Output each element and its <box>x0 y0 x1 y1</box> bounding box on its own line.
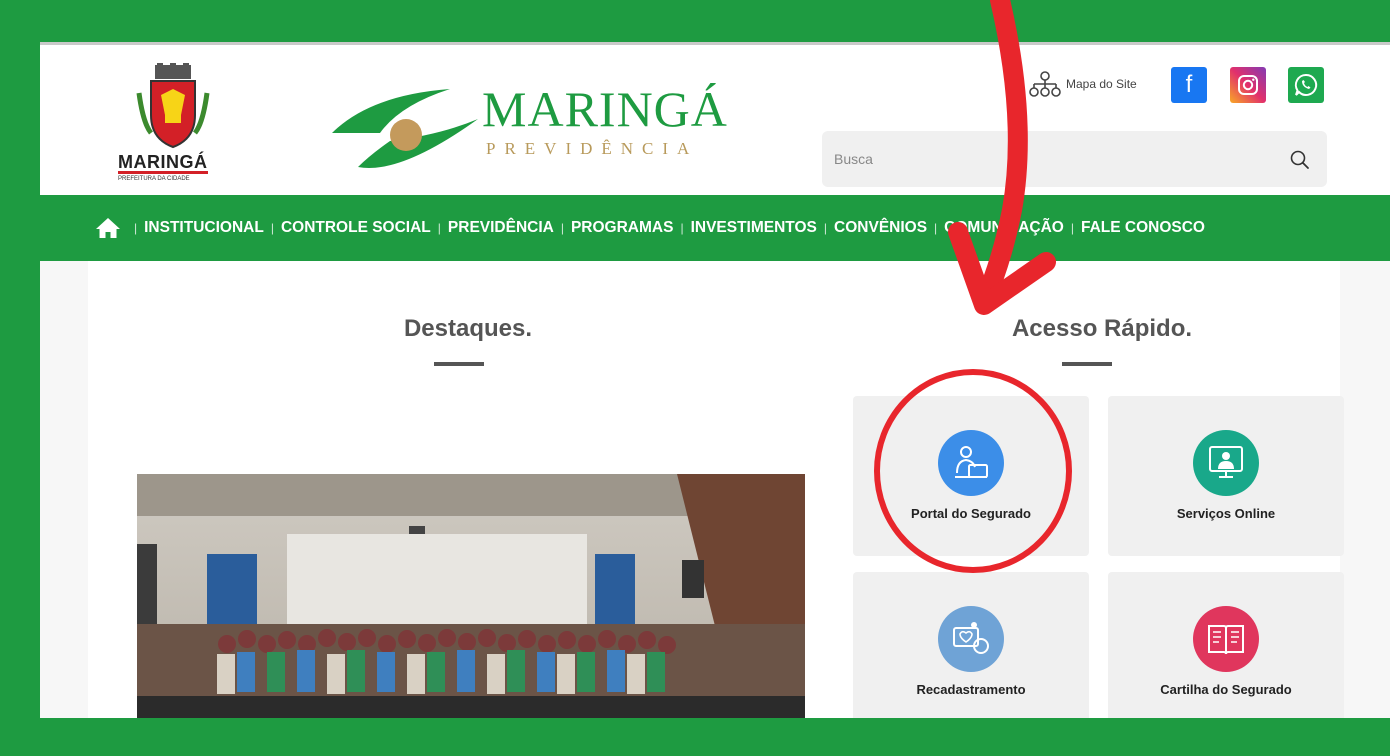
main-nav: | INSTITUCIONAL | CONTROLE SOCIAL | PREV… <box>40 195 1390 261</box>
nav-separator: | <box>680 221 684 235</box>
nav-item-comunicacao[interactable]: COMUNICAÇÃO <box>944 219 1064 237</box>
home-icon[interactable] <box>95 216 121 240</box>
search-input[interactable] <box>834 147 1254 171</box>
booklet-icon <box>1193 606 1259 672</box>
nav-separator: | <box>823 221 828 235</box>
whatsapp-icon <box>1294 73 1318 96</box>
site-map-link[interactable]: Mapa do Site <box>1028 71 1137 97</box>
instagram-icon <box>1238 75 1258 95</box>
card-label: Recadastramento <box>916 682 1026 697</box>
group-photo-image <box>137 474 805 718</box>
instagram-link[interactable] <box>1230 67 1266 103</box>
nav-separator: | <box>134 221 138 235</box>
quick-access-title-underline <box>1062 362 1112 366</box>
sitemap-icon <box>1029 71 1061 97</box>
city-crest-icon <box>136 63 210 149</box>
highlights-title: Destaques. <box>403 315 533 342</box>
city-subtitle: PREFEITURA DA CIDADE <box>118 176 190 182</box>
user-laptop-icon <box>938 430 1004 496</box>
whatsapp-link[interactable] <box>1288 67 1324 103</box>
facebook-icon: f <box>1185 71 1193 98</box>
nav-separator: | <box>934 221 938 235</box>
highlight-photo[interactable] <box>137 474 805 718</box>
registration-icon <box>938 606 1004 672</box>
quick-access-recadastramento[interactable]: Recadastramento <box>853 572 1089 718</box>
city-name: MARINGÁ <box>118 152 208 174</box>
nav-item-programas[interactable]: PROGRAMAS <box>571 219 673 237</box>
quick-access-servicos-online[interactable]: Serviços Online <box>1108 396 1344 556</box>
quick-access-cartilha-do-segurado[interactable]: Cartilha do Segurado <box>1108 572 1344 718</box>
site-header: MARINGÁ PREFEITURA DA CIDADE MARINGÁ PRE… <box>40 45 1390 192</box>
card-label: Cartilha do Segurado <box>1160 682 1292 697</box>
highlights-title-underline <box>434 362 484 366</box>
nav-item-controle-social[interactable]: CONTROLE SOCIAL <box>281 219 431 237</box>
nav-item-fale-conosco[interactable]: FALE CONOSCO <box>1081 219 1205 237</box>
nav-separator: | <box>560 221 564 235</box>
maringa-previdencia-logo[interactable]: MARINGÁ PREVIDÊNCIA <box>330 75 750 175</box>
content-container: Destaques. Acesso Rápido. Portal do Segu… <box>88 261 1344 718</box>
nav-item-previdencia[interactable]: PREVIDÊNCIA <box>448 219 554 237</box>
online-services-icon <box>1193 430 1259 496</box>
brand-title: MARINGÁ <box>482 81 728 137</box>
city-logo[interactable]: MARINGÁ PREFEITURA DA CIDADE <box>115 63 230 183</box>
search-icon[interactable] <box>1289 149 1311 171</box>
nav-item-convenios[interactable]: CONVÊNIOS <box>834 219 927 237</box>
nav-separator: | <box>270 221 274 235</box>
content-area: Destaques. Acesso Rápido. Portal do Segu… <box>40 261 1390 718</box>
previdencia-logo-icon <box>332 89 478 168</box>
brand-subtitle: PREVIDÊNCIA <box>486 139 699 158</box>
facebook-link[interactable]: f <box>1171 67 1207 103</box>
site-map-label: Mapa do Site <box>1066 77 1137 91</box>
card-label: Portal do Segurado <box>911 506 1031 521</box>
nav-item-institucional[interactable]: INSTITUCIONAL <box>144 219 264 237</box>
card-label: Serviços Online <box>1176 506 1276 521</box>
search-box <box>822 131 1327 187</box>
browser-viewport: MARINGÁ PREFEITURA DA CIDADE MARINGÁ PRE… <box>40 42 1390 718</box>
quick-access-portal-do-segurado[interactable]: Portal do Segurado <box>853 396 1089 556</box>
quick-access-title: Acesso Rápido. <box>1011 315 1193 342</box>
nav-separator: | <box>1070 221 1074 235</box>
nav-item-investimentos[interactable]: INVESTIMENTOS <box>691 219 817 237</box>
nav-separator: | <box>437 221 441 235</box>
